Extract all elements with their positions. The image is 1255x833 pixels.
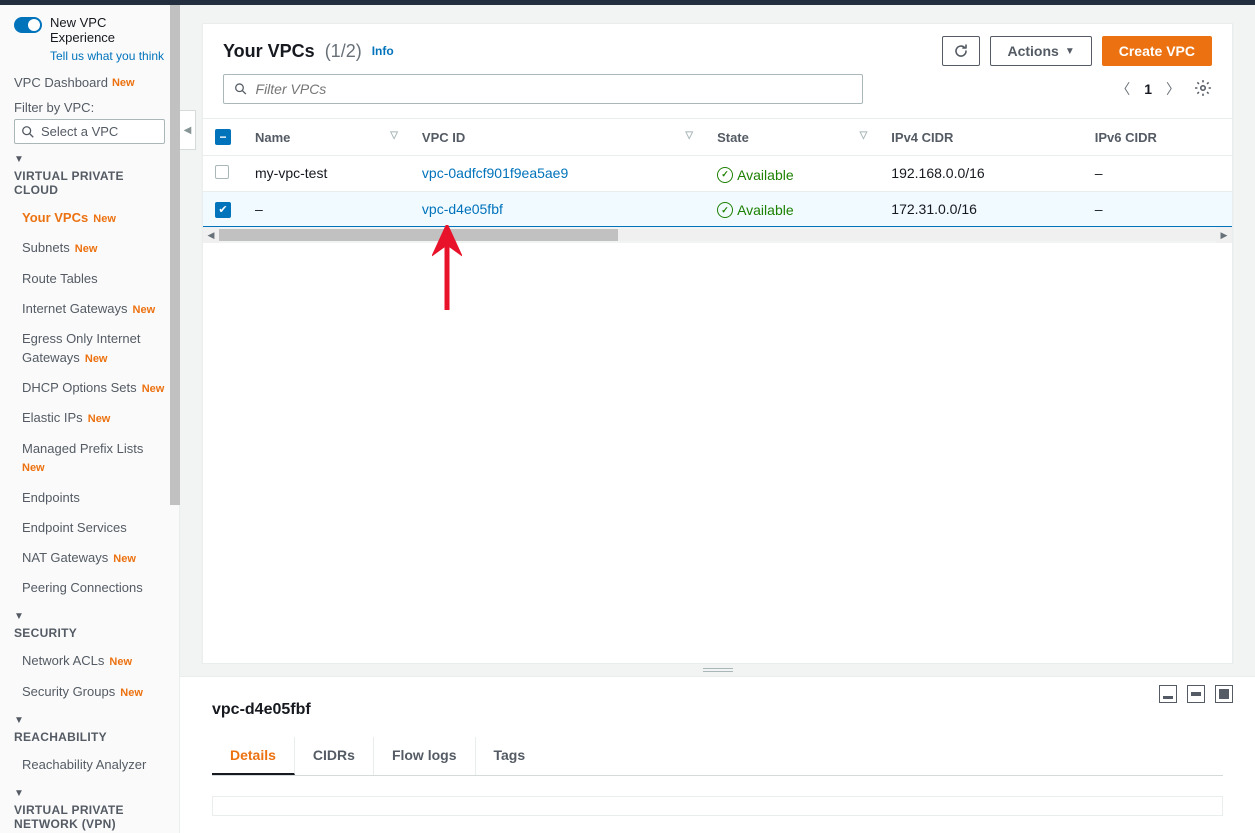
pager-prev[interactable]: 〈	[1116, 79, 1130, 99]
new-experience-toggle[interactable]	[14, 17, 42, 33]
tab-flow-logs[interactable]: Flow logs	[374, 737, 476, 775]
sidebar-item[interactable]: Reachability Analyzer	[14, 750, 165, 780]
hscroll-right[interactable]: ▶	[1216, 227, 1232, 243]
filter-vpc-select[interactable]: Select a VPC	[14, 119, 165, 144]
section-header: VIRTUAL PRIVATE NETWORK (VPN)	[14, 803, 165, 831]
sidebar-item[interactable]: Subnets New	[14, 233, 165, 263]
sidebar-item[interactable]: Your VPCs New	[14, 203, 165, 233]
feedback-link[interactable]: Tell us what you think	[50, 49, 165, 63]
refresh-button[interactable]	[942, 36, 980, 66]
table-row[interactable]: ✔–vpc-d4e05fbfAvailable172.31.0.0/16–	[203, 191, 1232, 227]
vpc-id-link[interactable]: vpc-d4e05fbf	[422, 201, 503, 217]
cell-ipv6: –	[1083, 156, 1232, 192]
col-state[interactable]: State▽	[705, 119, 879, 156]
section-header: REACHABILITY	[14, 730, 165, 744]
sidebar: New VPC Experience Tell us what you thin…	[0, 5, 180, 833]
state-badge: Available	[717, 202, 794, 218]
state-badge: Available	[717, 167, 794, 183]
sidebar-scrollbar[interactable]	[170, 5, 180, 505]
filter-by-vpc-label: Filter by VPC:	[14, 100, 165, 115]
layout-full-icon[interactable]	[1215, 685, 1233, 703]
vpc-table: − Name▽ VPC ID▽ State▽ IPv4 CIDR IPv6 CI…	[203, 118, 1232, 227]
select-all-checkbox[interactable]: −	[215, 129, 231, 145]
cell-ipv4: 192.168.0.0/16	[879, 156, 1082, 192]
row-checkbox[interactable]	[215, 165, 229, 179]
table-row[interactable]: my-vpc-test vpc-0adfcf901f9ea5ae9 Availabl…	[203, 156, 1232, 192]
sidebar-item[interactable]: DHCP Options Sets New	[14, 373, 165, 403]
tab-tags[interactable]: Tags	[476, 737, 544, 775]
tab-details[interactable]: Details	[212, 737, 295, 775]
col-ipv4: IPv4 CIDR	[879, 119, 1082, 156]
sidebar-item[interactable]: Security Groups New	[14, 677, 165, 707]
sidebar-item[interactable]: Network ACLs New	[14, 646, 165, 676]
detail-body	[212, 796, 1223, 816]
create-vpc-button[interactable]: Create VPC	[1102, 36, 1212, 66]
vpc-id-link[interactable]: vpc-0adfcf901f9ea5ae9	[422, 165, 568, 181]
detail-title: vpc-d4e05fbf	[212, 701, 1233, 719]
toggle-label: New VPC Experience	[50, 15, 165, 45]
hscroll-left[interactable]: ◀	[203, 227, 219, 243]
col-name[interactable]: Name▽	[243, 119, 410, 156]
search-icon	[234, 82, 248, 96]
tab-cidrs[interactable]: CIDRs	[295, 737, 374, 775]
vpc-list-panel: Your VPCs (1/2) Info Actions ▼ Create VP…	[202, 23, 1233, 664]
sidebar-item[interactable]: Managed Prefix Lists New	[14, 434, 165, 483]
layout-bottom-icon[interactable]	[1159, 685, 1177, 703]
vpc-dashboard-link[interactable]: VPC Dashboard New	[14, 75, 165, 90]
main-content: Your VPCs (1/2) Info Actions ▼ Create VP…	[180, 5, 1255, 833]
detail-tabs: DetailsCIDRsFlow logsTags	[212, 737, 1223, 776]
pager-page: 1	[1144, 81, 1152, 97]
filter-vpcs-input[interactable]	[256, 81, 852, 97]
actions-button[interactable]: Actions ▼	[990, 36, 1091, 66]
gear-icon	[1194, 79, 1212, 97]
chevron-down-icon: ▼	[1065, 46, 1075, 57]
info-link[interactable]: Info	[372, 44, 394, 58]
col-vpc-id[interactable]: VPC ID▽	[410, 119, 705, 156]
sidebar-item[interactable]: Peering Connections	[14, 573, 165, 603]
row-checkbox[interactable]: ✔	[215, 202, 231, 218]
layout-split-icon[interactable]	[1187, 685, 1205, 703]
section-caret[interactable]: ▼	[14, 715, 165, 726]
section-caret[interactable]: ▼	[14, 788, 165, 799]
cell-name: my-vpc-test	[243, 156, 410, 192]
section-header: VIRTUAL PRIVATE CLOUD	[14, 169, 165, 197]
panel-splitter[interactable]	[180, 664, 1255, 676]
page-title: Your VPCs	[223, 41, 315, 62]
filter-vpcs-input-wrapper[interactable]	[223, 74, 863, 104]
sidebar-item[interactable]: Internet Gateways New	[14, 294, 165, 324]
sidebar-item[interactable]: Endpoints	[14, 483, 165, 513]
section-header: SECURITY	[14, 626, 165, 640]
refresh-icon	[953, 43, 969, 59]
table-settings-button[interactable]	[1194, 79, 1212, 100]
selection-count: (1/2)	[325, 41, 362, 62]
pager-next[interactable]: 〉	[1166, 79, 1180, 99]
detail-panel: vpc-d4e05fbf DetailsCIDRsFlow logsTags	[180, 676, 1255, 833]
cell-ipv4: 172.31.0.0/16	[879, 191, 1082, 227]
sidebar-item[interactable]: Route Tables	[14, 264, 165, 294]
section-caret[interactable]: ▼	[14, 611, 165, 622]
sidebar-item[interactable]: Endpoint Services	[14, 513, 165, 543]
col-ipv6: IPv6 CIDR	[1083, 119, 1232, 156]
table-horizontal-scroll[interactable]: ◀ ▶	[203, 227, 1232, 243]
sidebar-item[interactable]: Egress Only Internet Gateways New	[14, 324, 165, 373]
collapse-sidebar-handle[interactable]: ◀	[180, 110, 196, 150]
section-caret[interactable]: ▼	[14, 154, 165, 165]
cell-ipv6: –	[1083, 191, 1232, 227]
sidebar-item[interactable]: NAT Gateways New	[14, 543, 165, 573]
cell-name: –	[243, 191, 410, 227]
search-icon	[21, 125, 35, 139]
sidebar-item[interactable]: Elastic IPs New	[14, 403, 165, 433]
